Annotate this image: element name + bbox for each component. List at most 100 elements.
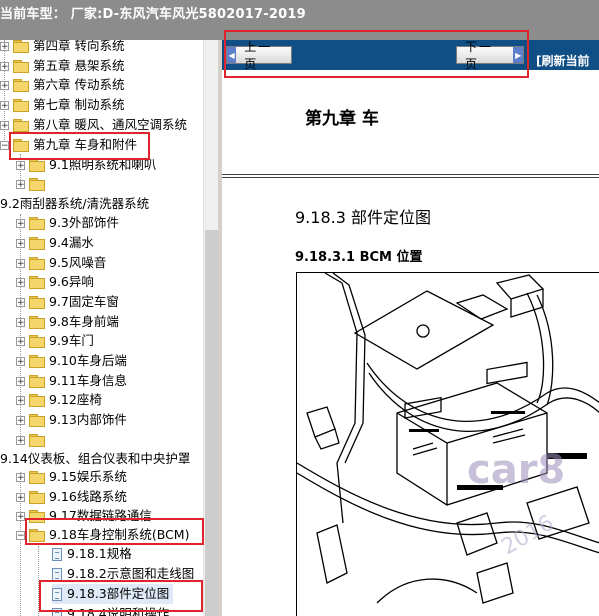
expand-icon[interactable]: + [16,415,25,425]
expand-icon[interactable]: + [16,376,25,386]
watermark-car8: car8 [467,447,565,493]
expand-icon[interactable]: + [0,61,9,71]
subsection-title: 9.18.3.1 BCM 位置 [295,250,423,265]
folder-icon [29,159,45,172]
tree-item-9-6[interactable]: + 9.6异响 [16,272,94,292]
heading-rule [222,177,599,178]
expand-icon[interactable]: + [0,41,9,51]
expand-icon[interactable]: + [16,395,25,405]
tree-item-label: 9.9车门 [49,333,94,348]
collapse-icon[interactable]: − [16,530,25,540]
expand-icon[interactable]: + [16,472,25,482]
tree-item-9-2[interactable]: 9.2雨刮器系统/清洗器系统 [0,194,149,214]
expand-icon[interactable]: + [16,435,25,445]
tree-item-label: 9.3外部饰件 [49,215,119,230]
expand-icon[interactable]: + [0,120,9,130]
tree-item-chapter-4[interactable]: + 第四章 转向系统 [0,40,124,56]
folder-icon [29,434,45,447]
expand-icon[interactable]: + [16,317,25,327]
tree-item-label: 9.6异响 [49,274,94,289]
highlight-chapter-9 [9,132,150,160]
tree-item-chapter-5[interactable]: + 第五章 悬架系统 [0,56,124,76]
expand-icon[interactable]: + [16,218,25,228]
tree-item-9-14[interactable]: 9.14仪表板、组合仪表和中央护罩 [0,449,190,469]
folder-icon [13,60,29,73]
tree-item-9-8[interactable]: + 9.8车身前端 [16,312,119,332]
folder-icon [13,99,29,112]
expand-icon[interactable]: + [16,492,25,502]
expand-icon[interactable]: + [16,160,25,170]
expand-icon[interactable]: + [16,179,25,189]
highlight-9-18 [25,518,204,545]
tree-item-label: 9.4漏水 [49,235,94,250]
tree-item-9-9[interactable]: + 9.9车门 [16,331,94,351]
tree-item-9-18-1[interactable]: 9.18.1规格 [52,544,132,564]
tree-item-9-11[interactable]: + 9.11车身信息 [16,371,127,391]
tree-item-label: 9.16线路系统 [49,489,127,504]
folder-icon [13,40,29,53]
section-title: 9.18.3 部件定位图 [295,208,431,227]
folder-icon [13,119,29,132]
tree-item-9-3[interactable]: + 9.3外部饰件 [16,213,119,233]
chapter-heading: 第九章 车 [305,109,379,129]
tree-item-label: 9.11车身信息 [49,373,127,388]
tree-item-label: 9.10车身后端 [49,353,127,368]
watermark-year: 2016 [498,511,559,561]
scrollbar-thumb[interactable] [205,230,218,616]
tree-item-9-12[interactable]: + 9.12座椅 [16,390,102,410]
expand-icon[interactable]: + [16,356,25,366]
expand-icon[interactable]: + [16,238,25,248]
tree-item-label: 9.5风噪音 [49,255,107,270]
tree-item-label: 9.13内部饰件 [49,412,127,427]
folder-icon [29,296,45,309]
tree-item-label: 9.18.1规格 [67,546,132,561]
highlight-9-18-3 [39,580,203,612]
expand-icon[interactable]: + [16,511,25,521]
tree-item-label: 9.2雨刮器系统/清洗器系统 [0,196,150,211]
tree-item-label: 9.14仪表板、组合仪表和中央护罩 [0,451,191,466]
tree-item-label: 第七章 制动系统 [33,97,125,112]
expand-icon[interactable]: + [16,277,25,287]
tree-item-9-16[interactable]: + 9.16线路系统 [16,487,127,507]
collapse-icon[interactable]: − [0,140,9,150]
tree-item-9-4[interactable]: + 9.4漏水 [16,233,94,253]
expand-icon[interactable]: + [16,297,25,307]
tree-item-9-13[interactable]: + 9.13内部饰件 [16,410,127,430]
tree-item-chapter-6[interactable]: + 第六章 传动系统 [0,75,124,95]
folder-icon [29,394,45,407]
tree-item-9-10[interactable]: + 9.10车身后端 [16,351,127,371]
expand-icon[interactable]: + [0,100,9,110]
folder-icon [29,375,45,388]
folder-icon [29,414,45,427]
folder-icon [29,355,45,368]
tree-item-unnamed-folder[interactable]: + [16,174,49,194]
tree-item-label: 第五章 悬架系统 [33,58,125,73]
document-page-icon [52,567,62,581]
tree-item-chapter-7[interactable]: + 第七章 制动系统 [0,95,124,115]
tree-item-label: 第六章 传动系统 [33,77,125,92]
heading-rule [222,174,599,175]
folder-icon [29,217,45,230]
tree-item-9-5[interactable]: + 9.5风噪音 [16,253,106,273]
tree-item-9-7[interactable]: + 9.7固定车窗 [16,292,119,312]
expand-icon[interactable]: + [16,258,25,268]
folder-icon [29,335,45,348]
current-vehicle-title: 当前车型： 厂家:D-东风汽车风光5802017-2019 [0,7,306,22]
folder-icon [29,257,45,270]
tree-item-label: 第四章 转向系统 [33,40,125,53]
expand-icon[interactable]: + [0,80,9,90]
bcm-location-figure: car8 2016 [296,272,599,616]
tree-item-unnamed-folder-2[interactable]: + [16,430,49,450]
folder-icon [29,276,45,289]
tree-item-9-15[interactable]: + 9.15娱乐系统 [16,467,127,487]
expand-icon[interactable]: + [16,336,25,346]
refresh-current-link[interactable]: [刷新当前 [536,52,590,69]
tree-scrollbar[interactable] [203,40,219,616]
tree-item-label: 9.7固定车窗 [49,294,119,309]
folder-icon [29,237,45,250]
bcm-diagram: car8 2016 [297,273,599,604]
highlight-nav-buttons [224,30,529,78]
folder-icon [29,491,45,504]
tree-item-label: 9.12座椅 [49,392,102,407]
tree-item-label: 9.8车身前端 [49,314,119,329]
